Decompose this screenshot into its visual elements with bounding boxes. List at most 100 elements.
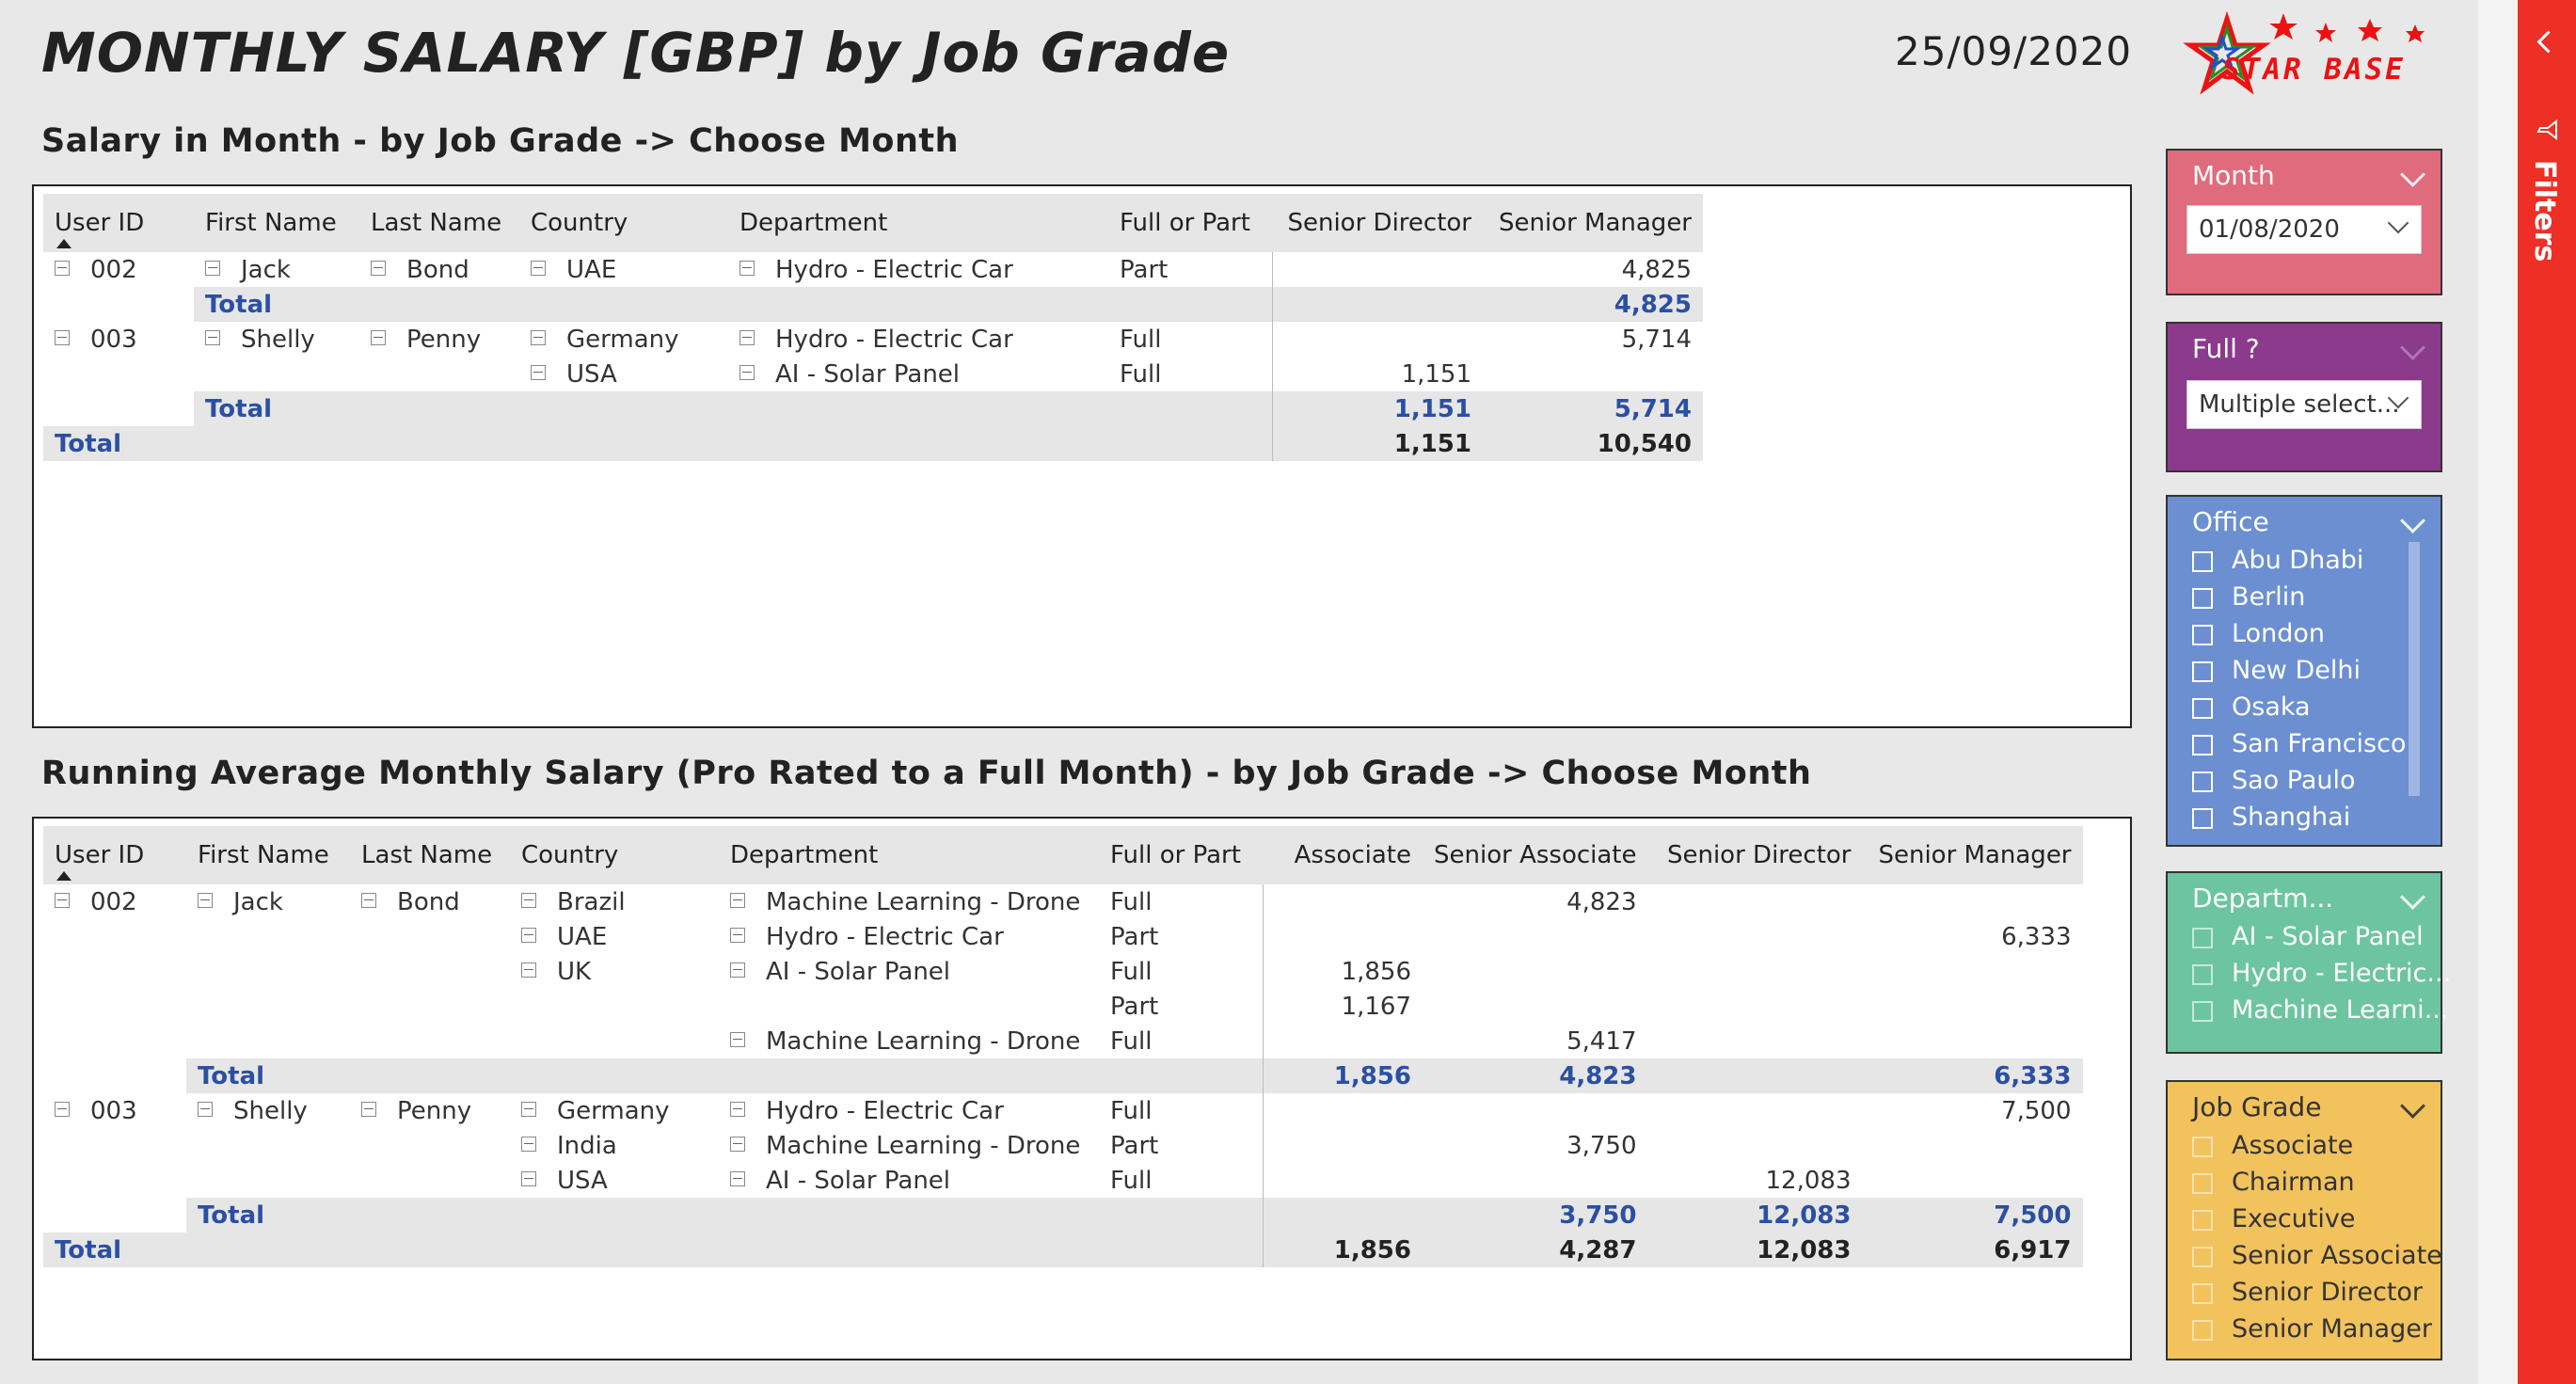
slicer-option[interactable]: Berlin bbox=[2192, 582, 2305, 612]
expand-collapse-icon[interactable] bbox=[730, 1170, 745, 1186]
slicer-option[interactable]: Hydro - Electric... bbox=[2192, 959, 2451, 988]
checkbox[interactable] bbox=[2192, 1247, 2213, 1267]
column-header[interactable]: Last Name bbox=[359, 194, 519, 252]
expand-collapse-icon[interactable] bbox=[531, 260, 546, 276]
full-slicer[interactable]: Full ? Multiple select... bbox=[2166, 322, 2442, 472]
expand-collapse-icon[interactable] bbox=[205, 260, 220, 276]
expand-collapse-icon[interactable] bbox=[521, 892, 536, 908]
expand-collapse-icon[interactable] bbox=[730, 892, 745, 908]
chevron-down-icon[interactable] bbox=[2400, 508, 2425, 533]
expand-collapse-icon[interactable] bbox=[730, 1101, 745, 1117]
checkbox[interactable] bbox=[2192, 1001, 2213, 1022]
column-header[interactable]: Senior Associate bbox=[1423, 826, 1648, 884]
checkbox[interactable] bbox=[2192, 698, 2213, 719]
slicer-option[interactable]: Shanghai bbox=[2192, 803, 2350, 832]
expand-collapse-icon[interactable] bbox=[739, 329, 755, 345]
expand-collapse-icon[interactable] bbox=[730, 927, 745, 943]
chevron-down-icon[interactable] bbox=[2400, 884, 2425, 910]
filters-pane[interactable]: Filters bbox=[2518, 0, 2576, 1384]
salary-in-month-matrix[interactable]: User ID First Name Last Name Country Departm… bbox=[32, 184, 2132, 728]
expand-collapse-icon[interactable] bbox=[371, 260, 386, 276]
column-header[interactable]: First Name bbox=[194, 194, 359, 252]
expand-collapse-icon[interactable] bbox=[55, 892, 70, 908]
expand-collapse-icon[interactable] bbox=[531, 329, 546, 345]
office-scrollbar[interactable] bbox=[2409, 542, 2420, 796]
department-slicer[interactable]: Departm... AI - Solar Panel Hydro - Elect… bbox=[2166, 871, 2451, 1054]
expand-collapse-icon[interactable] bbox=[205, 329, 220, 345]
column-header[interactable]: Last Name bbox=[350, 826, 510, 884]
chevron-down-icon[interactable] bbox=[2400, 1093, 2425, 1119]
expand-collapse-icon[interactable] bbox=[361, 892, 376, 908]
column-header[interactable]: Full or Part bbox=[1108, 194, 1272, 252]
checkbox[interactable] bbox=[2192, 928, 2213, 948]
column-header[interactable]: Country bbox=[519, 194, 728, 252]
slicer-option[interactable]: AI - Solar Panel bbox=[2192, 922, 2424, 951]
expand-collapse-icon[interactable] bbox=[521, 1170, 536, 1186]
slicer-option[interactable]: San Francisco bbox=[2192, 729, 2406, 758]
checkbox[interactable] bbox=[2192, 1137, 2213, 1157]
expand-collapse-icon[interactable] bbox=[730, 1031, 745, 1047]
expand-collapse-icon[interactable] bbox=[55, 1101, 70, 1117]
expand-collapse-icon[interactable] bbox=[55, 260, 70, 276]
running-average-matrix[interactable]: User ID First Name Last Name Country Departm… bbox=[32, 817, 2132, 1360]
expand-collapse-icon[interactable] bbox=[730, 962, 745, 978]
expand-collapse-icon[interactable] bbox=[198, 892, 213, 908]
column-header[interactable]: Department bbox=[728, 194, 1108, 252]
checkbox[interactable] bbox=[2192, 551, 2213, 572]
checkbox[interactable] bbox=[2192, 1210, 2213, 1231]
column-header[interactable]: Full or Part bbox=[1099, 826, 1263, 884]
slicer-option[interactable]: Executive bbox=[2192, 1204, 2355, 1233]
chevron-down-icon[interactable] bbox=[2400, 162, 2425, 187]
checkbox[interactable] bbox=[2192, 625, 2213, 645]
expand-collapse-icon[interactable] bbox=[521, 1136, 536, 1152]
column-header[interactable]: Senior Manager bbox=[1483, 194, 1703, 252]
column-header[interactable]: Senior Director bbox=[1272, 194, 1483, 252]
column-header[interactable]: User ID bbox=[43, 194, 194, 252]
column-header[interactable]: User ID bbox=[43, 826, 186, 884]
column-header[interactable]: Senior Director bbox=[1647, 826, 1863, 884]
column-header[interactable]: First Name bbox=[186, 826, 350, 884]
job-grade-slicer[interactable]: Job Grade Associate Chairman Executive Seni… bbox=[2166, 1080, 2442, 1360]
month-dropdown[interactable]: 01/08/2020 bbox=[2186, 205, 2422, 254]
slicer-option[interactable]: Abu Dhabi bbox=[2192, 546, 2363, 575]
checkbox[interactable] bbox=[2192, 964, 2213, 985]
expand-collapse-icon[interactable] bbox=[371, 329, 386, 345]
checkbox[interactable] bbox=[2192, 772, 2213, 792]
column-header[interactable]: Senior Manager bbox=[1862, 826, 2083, 884]
slicer-option[interactable]: London bbox=[2192, 619, 2325, 648]
checkbox[interactable] bbox=[2192, 661, 2213, 682]
expand-collapse-icon[interactable] bbox=[521, 927, 536, 943]
slicer-option[interactable]: Chairman bbox=[2192, 1168, 2355, 1197]
checkbox[interactable] bbox=[2192, 588, 2213, 609]
column-header[interactable]: Country bbox=[510, 826, 719, 884]
checkbox[interactable] bbox=[2192, 1320, 2213, 1341]
slicer-option[interactable]: New Delhi bbox=[2192, 656, 2361, 685]
chevron-down-icon[interactable] bbox=[2400, 335, 2425, 360]
checkbox[interactable] bbox=[2192, 1173, 2213, 1194]
month-slicer[interactable]: Month 01/08/2020 bbox=[2166, 149, 2442, 295]
expand-collapse-icon[interactable] bbox=[730, 1136, 745, 1152]
full-dropdown[interactable]: Multiple select... bbox=[2186, 380, 2422, 429]
checkbox[interactable] bbox=[2192, 1283, 2213, 1304]
expand-collapse-icon[interactable] bbox=[361, 1101, 376, 1117]
column-header[interactable]: Associate bbox=[1263, 826, 1423, 884]
expand-collapse-icon[interactable] bbox=[55, 329, 70, 345]
slicer-option[interactable]: Associate bbox=[2192, 1131, 2353, 1160]
slicer-option[interactable]: Machine Learni... bbox=[2192, 995, 2448, 1025]
column-header[interactable]: Department bbox=[719, 826, 1099, 884]
checkbox[interactable] bbox=[2192, 808, 2213, 829]
expand-collapse-icon[interactable] bbox=[739, 364, 755, 380]
expand-collapse-icon[interactable] bbox=[198, 1101, 213, 1117]
slicer-option[interactable]: Sao Paulo bbox=[2192, 766, 2356, 795]
slicer-option[interactable]: Senior Manager bbox=[2192, 1314, 2432, 1344]
office-slicer[interactable]: Office Abu Dhabi Berlin London New Delhi Osa… bbox=[2166, 495, 2442, 847]
checkbox[interactable] bbox=[2192, 735, 2213, 756]
slicer-option[interactable]: Osaka bbox=[2192, 692, 2311, 722]
slicer-option[interactable]: Senior Director bbox=[2192, 1278, 2423, 1307]
expand-collapse-icon[interactable] bbox=[739, 260, 755, 276]
slicer-option[interactable]: Senior Associate bbox=[2192, 1241, 2442, 1270]
expand-collapse-icon[interactable] bbox=[521, 962, 536, 978]
expand-collapse-icon[interactable] bbox=[531, 364, 546, 380]
expand-collapse-icon[interactable] bbox=[521, 1101, 536, 1117]
expand-filters-icon[interactable] bbox=[2536, 30, 2560, 54]
